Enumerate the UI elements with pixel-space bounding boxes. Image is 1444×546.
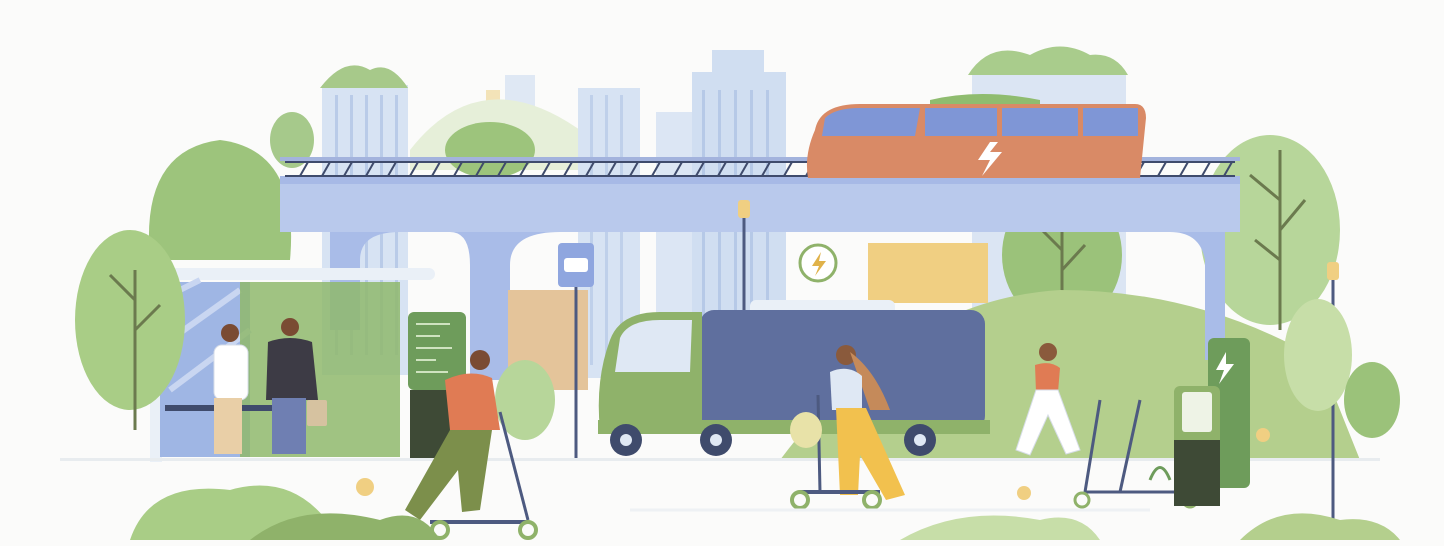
yellow-warehouse (868, 243, 988, 303)
scene-svg (60, 46, 1400, 540)
charging-bolt-icon (798, 243, 838, 283)
eco-city-illustration (0, 0, 1444, 546)
rail-tie (1157, 161, 1167, 177)
rail-tie (1201, 161, 1211, 177)
electric-tram (806, 104, 1146, 178)
rail-tie (1179, 161, 1189, 177)
